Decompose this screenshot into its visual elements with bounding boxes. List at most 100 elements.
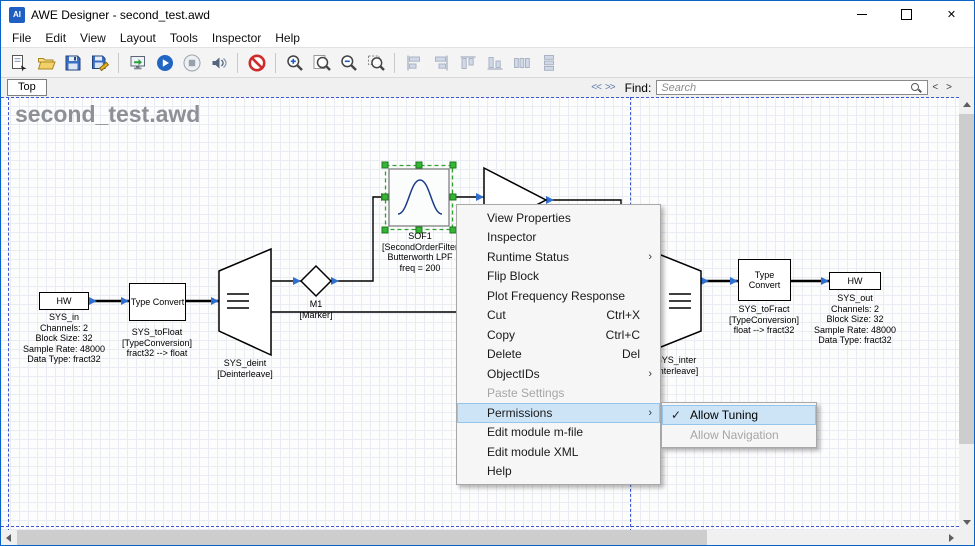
scroll-down-button[interactable]: [959, 515, 974, 530]
horizontal-scroll-thumb[interactable]: [17, 530, 707, 545]
block-m1-marker[interactable]: [301, 266, 331, 296]
open-button[interactable]: [33, 50, 58, 75]
menu-item-flip-block[interactable]: Flip Block: [457, 267, 660, 287]
connector-arrow-icon: [121, 297, 129, 305]
save-as-button[interactable]: [87, 50, 112, 75]
horizontal-scrollbar[interactable]: [1, 530, 959, 545]
menu-item-label: Paste Settings: [487, 386, 564, 400]
connector-arrow-icon: [331, 277, 339, 285]
label-sys-out: SYS_outChannels: 2Block Size: 32Sample R…: [814, 293, 896, 346]
distribute-horizontal-button[interactable]: [509, 50, 534, 75]
context-menu: View Properties Inspector Runtime Status…: [456, 204, 661, 485]
scroll-left-button[interactable]: [1, 530, 16, 545]
label-sys-tofloat: SYS_toFloat[TypeConversion]fract32 --> f…: [122, 327, 192, 359]
zoom-fit-button[interactable]: [309, 50, 334, 75]
minimize-button[interactable]: [839, 1, 884, 28]
menu-edit[interactable]: Edit: [38, 29, 73, 47]
menu-item-objectids[interactable]: ObjectIDs›: [457, 364, 660, 384]
run-button[interactable]: [152, 50, 177, 75]
menu-item-permissions[interactable]: Permissions›: [457, 403, 660, 423]
align-top-icon: [458, 53, 478, 73]
scroll-up-button[interactable]: [959, 97, 974, 112]
scroll-right-button[interactable]: [944, 530, 959, 545]
connector-arrow-icon: [293, 277, 301, 285]
connector-arrow-icon: [821, 277, 829, 285]
menu-item-help[interactable]: Help: [457, 462, 660, 482]
align-right-icon: [431, 53, 451, 73]
menu-item-runtime-status[interactable]: Runtime Status›: [457, 247, 660, 267]
toolbar: [1, 47, 974, 78]
block-sys-out[interactable]: HW: [829, 272, 881, 290]
menu-item-cut[interactable]: CutCtrl+X: [457, 306, 660, 326]
menu-tools[interactable]: Tools: [163, 29, 205, 47]
find-prev-button[interactable]: <: [928, 82, 942, 93]
menu-item-view-properties[interactable]: View Properties: [457, 208, 660, 228]
align-left-button[interactable]: [401, 50, 426, 75]
menu-item-delete[interactable]: DeleteDel: [457, 345, 660, 365]
block-sof1[interactable]: [382, 162, 456, 233]
align-right-button[interactable]: [428, 50, 453, 75]
menu-item-plot-frequency-response[interactable]: Plot Frequency Response: [457, 286, 660, 306]
menu-item-label: Plot Frequency Response: [487, 289, 625, 303]
vertical-scrollbar[interactable]: [959, 97, 974, 530]
menu-item-label: Copy: [487, 328, 515, 342]
zoom-region-icon: [366, 53, 386, 73]
audio-config-button[interactable]: [206, 50, 231, 75]
menu-help[interactable]: Help: [268, 29, 307, 47]
permissions-submenu: ✓Allow Tuning Allow Navigation: [661, 402, 817, 448]
align-left-icon: [404, 53, 424, 73]
menu-item-label: View Properties: [487, 211, 571, 225]
app-icon: AI: [9, 7, 25, 23]
block-sys-tofract[interactable]: Type Convert: [738, 259, 791, 301]
menu-file[interactable]: File: [5, 29, 38, 47]
maximize-icon: [901, 9, 912, 20]
maximize-button[interactable]: [884, 1, 929, 28]
menu-item-label: Allow Navigation: [690, 428, 779, 442]
toolbar-separator: [118, 53, 119, 73]
zoom-out-button[interactable]: [336, 50, 361, 75]
find-back-button[interactable]: <<: [591, 82, 601, 93]
block-sys-tofloat[interactable]: Type Convert: [129, 283, 186, 321]
new-design-button[interactable]: [6, 50, 31, 75]
menu-item-label: Flip Block: [487, 269, 539, 283]
menu-layout[interactable]: Layout: [113, 29, 163, 47]
block-type-label: Type Convert: [739, 270, 790, 290]
submenu-item-allow-tuning[interactable]: ✓Allow Tuning: [662, 405, 816, 425]
no-tuning-button[interactable]: [244, 50, 269, 75]
vertical-scroll-thumb[interactable]: [959, 114, 974, 444]
block-type-label: Type Convert: [131, 297, 185, 307]
menu-inspector[interactable]: Inspector: [205, 29, 268, 47]
menu-item-inspector[interactable]: Inspector: [457, 228, 660, 248]
run-icon: [155, 53, 175, 73]
check-icon: ✓: [671, 408, 681, 422]
align-top-button[interactable]: [455, 50, 480, 75]
menu-item-edit-module-xml[interactable]: Edit module XML: [457, 442, 660, 462]
block-sys-in[interactable]: HW: [39, 292, 89, 310]
block-sys-deint[interactable]: [219, 249, 271, 355]
align-bottom-button[interactable]: [482, 50, 507, 75]
arrow-up-icon: [963, 102, 971, 107]
search-icon[interactable]: [911, 83, 919, 91]
zoom-fit-icon: [312, 53, 332, 73]
zoom-region-button[interactable]: [363, 50, 388, 75]
menu-item-copy[interactable]: CopyCtrl+C: [457, 325, 660, 345]
label-sys-in: SYS_inChannels: 2Block Size: 32Sample Ra…: [23, 312, 105, 365]
find-next-button[interactable]: >: [942, 82, 956, 93]
search-input[interactable]: [656, 80, 928, 95]
connector-arrow-icon: [730, 277, 738, 285]
menu-item-edit-module-m-file[interactable]: Edit module m-file: [457, 423, 660, 443]
zoom-in-button[interactable]: [282, 50, 307, 75]
menu-item-label: Edit module m-file: [487, 425, 583, 439]
menu-item-label: Runtime Status: [487, 250, 569, 264]
menu-view[interactable]: View: [73, 29, 113, 47]
label-m1: M1[Marker]: [299, 299, 332, 320]
find-forward-button[interactable]: >>: [605, 82, 615, 93]
close-button[interactable]: ✕: [929, 1, 974, 28]
tab-top[interactable]: Top: [7, 79, 47, 96]
save-icon: [63, 53, 83, 73]
propagate-button[interactable]: [125, 50, 150, 75]
menu-item-label: Cut: [487, 308, 506, 322]
distribute-vertical-button[interactable]: [536, 50, 561, 75]
save-button[interactable]: [60, 50, 85, 75]
stop-button[interactable]: [179, 50, 204, 75]
